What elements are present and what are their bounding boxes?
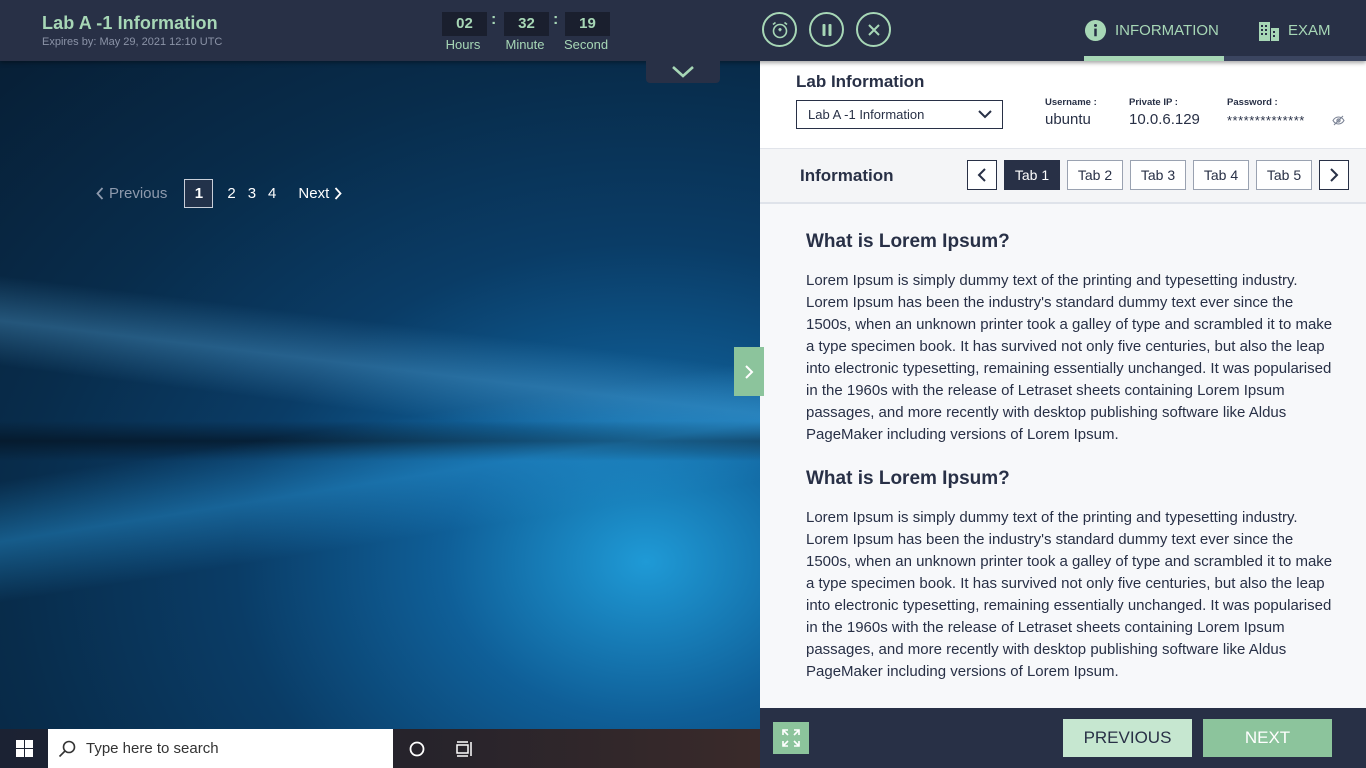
top-bar: Lab A -1 Information Expires by: May 29,… — [0, 0, 1366, 61]
chevron-right-icon — [1330, 168, 1339, 182]
pagination-page-4[interactable]: 4 — [268, 185, 276, 202]
lab-select-dropdown[interactable]: Lab A -1 Information — [796, 100, 1003, 129]
remote-desktop[interactable]: Previous 1 2 3 4 Next — [0, 61, 760, 729]
pagination-page-2[interactable]: 2 — [227, 185, 235, 202]
taskbar-search-placeholder: Type here to search — [86, 740, 219, 757]
tab-2[interactable]: Tab 2 — [1067, 160, 1123, 190]
tab-5[interactable]: Tab 5 — [1256, 160, 1312, 190]
pagination-page-1[interactable]: 1 — [184, 178, 214, 208]
lab-info-title: Lab Information — [796, 72, 925, 91]
alarm-clock-icon — [772, 21, 787, 38]
timer-hours: 02 — [442, 12, 487, 36]
expiry-text: Expires by: May 29, 2021 12:10 UTC — [42, 36, 223, 48]
tabs-scroll-left-button[interactable] — [967, 160, 997, 190]
panel-toggle-button[interactable] — [734, 347, 764, 396]
alarm-button[interactable] — [762, 12, 797, 47]
collapse-toolbar-toggle[interactable] — [646, 61, 720, 83]
nav-tab-exam[interactable]: EXAM — [1224, 0, 1366, 61]
pagination-next[interactable]: Next — [298, 185, 342, 202]
tabs-scroll-right-button[interactable] — [1319, 160, 1349, 190]
timer-seconds-label: Second — [563, 37, 609, 52]
expand-icon — [782, 729, 800, 747]
cortana-circle-icon — [409, 741, 425, 756]
nav-tab-information[interactable]: INFORMATION — [1084, 0, 1225, 61]
password-label: Password : — [1227, 97, 1278, 108]
close-icon — [867, 23, 880, 36]
fullscreen-button[interactable] — [773, 722, 809, 754]
chevron-right-icon — [745, 364, 754, 379]
next-button[interactable]: NEXT — [1203, 719, 1332, 757]
taskbar-search-box[interactable]: Type here to search — [48, 729, 393, 768]
previous-button[interactable]: PREVIOUS — [1063, 719, 1192, 757]
pause-icon — [822, 23, 831, 36]
timer-minutes-label: Minute — [505, 37, 545, 52]
information-content: What is Lorem Ipsum? Lorem Ipsum is simp… — [806, 231, 1342, 705]
tab-1[interactable]: Tab 1 — [1004, 160, 1060, 190]
inactive-tab-indicator — [1224, 56, 1366, 61]
close-button[interactable] — [856, 12, 891, 47]
chevron-left-icon — [977, 168, 986, 182]
timer-hours-label: Hours — [445, 37, 481, 52]
section-body: Lorem Ipsum is simply dummy text of the … — [806, 509, 1333, 680]
active-tab-indicator — [1084, 56, 1225, 61]
timer-separator: : — [491, 11, 497, 28]
private-ip-value: 10.0.6.129 — [1129, 111, 1200, 128]
chevron-left-icon — [96, 186, 104, 200]
section-heading: What is Lorem Ipsum? — [806, 468, 1010, 489]
nav-tab-information-label: INFORMATION — [1115, 22, 1219, 39]
pagination-page-3[interactable]: 3 — [248, 185, 256, 202]
timer-separator: : — [553, 11, 559, 28]
windows-logo-icon — [15, 740, 33, 757]
pagination-next-label: Next — [298, 184, 330, 202]
section-heading: What is Lorem Ipsum? — [806, 231, 1010, 252]
pagination-previous[interactable]: Previous — [96, 185, 167, 202]
username-label: Username : — [1045, 97, 1097, 108]
chevron-down-icon — [672, 66, 694, 78]
info-circle-icon — [1084, 19, 1107, 42]
information-label: Information — [800, 166, 894, 185]
tab-3[interactable]: Tab 3 — [1130, 160, 1186, 190]
lab-info-panel: Lab Information Lab A -1 Information Use… — [760, 61, 1366, 708]
lab-info-header: Lab Information Lab A -1 Information Use… — [760, 61, 1366, 149]
eye-off-icon[interactable] — [1332, 115, 1345, 126]
section-body: Lorem Ipsum is simply dummy text of the … — [806, 272, 1333, 443]
chevron-right-icon — [335, 186, 342, 200]
password-value: ************** — [1227, 113, 1305, 128]
cortana-button[interactable] — [393, 729, 441, 768]
lab-select-value: Lab A -1 Information — [808, 107, 925, 122]
username-value: ubuntu — [1045, 111, 1091, 128]
chevron-down-icon — [978, 110, 992, 119]
task-view-button[interactable] — [441, 729, 489, 768]
private-ip-label: Private IP : — [1129, 97, 1178, 108]
information-tabs-bar: Information Tab 1 Tab 2 Tab 3 Tab 4 Tab … — [760, 149, 1366, 204]
search-icon — [58, 740, 76, 757]
task-view-icon — [456, 740, 472, 757]
start-button[interactable] — [0, 729, 48, 768]
timer-minutes: 32 — [504, 12, 549, 36]
building-icon — [1259, 21, 1279, 41]
pagination-previous-label: Previous — [109, 184, 168, 202]
page-pagination: Previous 1 2 3 4 Next — [96, 178, 342, 208]
windows-taskbar: Type here to search — [0, 729, 760, 768]
bottom-action-bar: PREVIOUS NEXT — [760, 708, 1366, 768]
pause-button[interactable] — [809, 12, 844, 47]
tab-4[interactable]: Tab 4 — [1193, 160, 1249, 190]
lab-title: Lab A -1 Information — [42, 13, 218, 33]
timer-seconds: 19 — [565, 12, 610, 36]
nav-tab-exam-label: EXAM — [1288, 22, 1331, 39]
